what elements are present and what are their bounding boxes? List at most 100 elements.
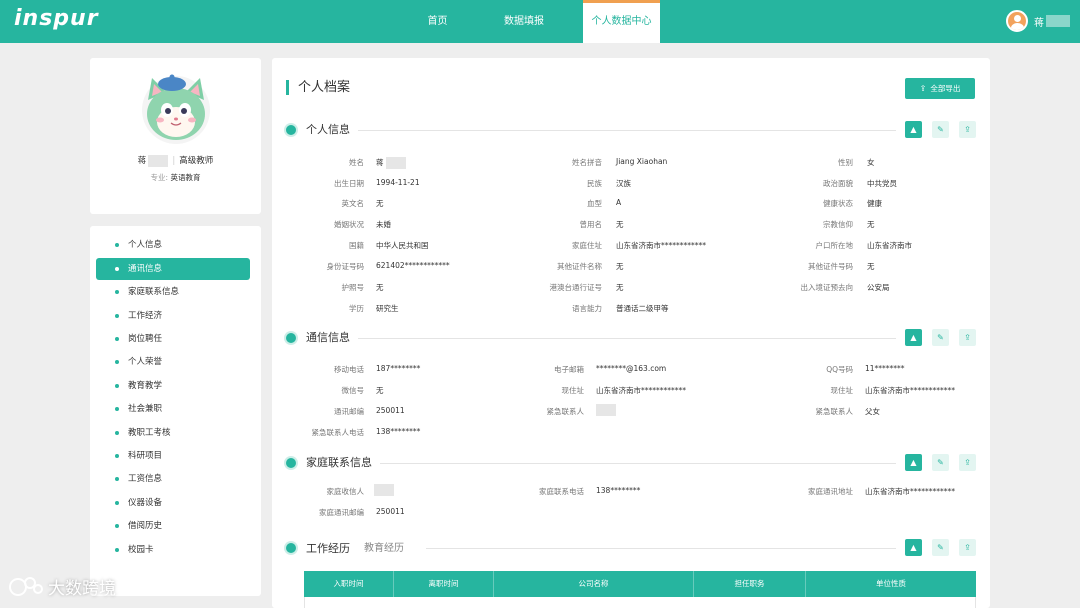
- field-value: 父女: [865, 407, 880, 416]
- field-label: 婚姻状况: [334, 220, 364, 229]
- profile-card: 蒋 | 高级教师 专业: 英语教育: [90, 58, 261, 214]
- menu-item-label: 仪器设备: [128, 498, 163, 508]
- user-name: 蒋: [1034, 17, 1044, 29]
- tab-education-experience[interactable]: 教育经历: [364, 541, 404, 557]
- field-value: 普通话二级甲等: [616, 304, 669, 313]
- menu-item-label: 科研项目: [128, 451, 163, 461]
- field-value: 女: [867, 158, 875, 167]
- export-button[interactable]: ⇪: [959, 329, 976, 346]
- column-header[interactable]: 单位性质: [806, 571, 976, 597]
- collapse-button[interactable]: ▲: [905, 539, 922, 556]
- field-label: 现住址: [561, 386, 585, 395]
- menu-item-label: 社会兼职: [128, 404, 163, 414]
- field-value: 未婚: [376, 220, 391, 229]
- field-label: 户口所在地: [815, 241, 854, 250]
- menu-item-campus-card[interactable]: 校园卡: [96, 539, 250, 561]
- bullet-icon: [115, 384, 119, 388]
- menu-item-salary[interactable]: 工资信息: [96, 468, 250, 490]
- menu-item-contact-info[interactable]: 通讯信息: [96, 258, 250, 280]
- field-value: [594, 404, 616, 416]
- table-row[interactable]: [304, 597, 976, 608]
- menu-item-label: 校园卡: [128, 545, 154, 555]
- field-value: 山东省济南市************: [865, 386, 955, 395]
- field-label: 护照号: [341, 283, 365, 292]
- edit-button[interactable]: ✎: [932, 454, 949, 471]
- field-value: 山东省济南市************: [616, 241, 706, 250]
- field-label: 港澳台通行证号: [549, 283, 603, 292]
- brand-logo[interactable]: inspur: [14, 6, 99, 31]
- bullet-icon: [115, 454, 119, 458]
- page-title: 个人档案: [286, 80, 350, 95]
- field-value: A: [616, 198, 622, 207]
- bullet-icon: [115, 477, 119, 481]
- pencil-icon: ✎: [937, 333, 944, 342]
- edit-button[interactable]: ✎: [932, 329, 949, 346]
- collapse-button[interactable]: ▲: [905, 454, 922, 471]
- column-header[interactable]: 担任职务: [694, 571, 806, 597]
- section-dot-icon: [286, 458, 296, 468]
- column-header[interactable]: 公司名称: [494, 571, 694, 597]
- nav-item-personal-data-center[interactable]: 个人数据中心: [583, 0, 660, 43]
- menu-item-teaching[interactable]: 教育教学: [96, 375, 250, 397]
- section-dot-icon: [286, 543, 296, 553]
- menu-item-label: 岗位聘任: [128, 334, 163, 344]
- section-title: 家庭联系信息: [306, 455, 380, 471]
- edit-button[interactable]: ✎: [932, 121, 949, 138]
- export-all-button[interactable]: ⇪ 全部导出: [905, 78, 975, 99]
- field-label: 姓名拼音: [572, 158, 602, 167]
- tab-work-experience[interactable]: 工作经历: [306, 541, 350, 557]
- upload-icon: ⇪: [964, 333, 971, 342]
- menu-item-position[interactable]: 岗位聘任: [96, 328, 250, 350]
- field-value: 无: [867, 262, 875, 271]
- menu-item-personal-info[interactable]: 个人信息: [96, 234, 250, 256]
- field-label: 电子邮箱: [554, 365, 584, 374]
- bullet-icon: [115, 314, 119, 318]
- nav-item-data-entry[interactable]: 数据填报: [465, 0, 583, 43]
- redacted-block: [148, 154, 169, 167]
- field-label: 曾用名: [579, 220, 603, 229]
- menu-item-research[interactable]: 科研项目: [96, 445, 250, 467]
- menu-item-assessment[interactable]: 教职工考核: [96, 422, 250, 444]
- section-title: 个人信息: [306, 122, 358, 138]
- bullet-icon: [115, 243, 119, 247]
- field-label: 英文名: [341, 199, 365, 208]
- field-label: 家庭住址: [572, 241, 602, 250]
- menu-item-work[interactable]: 工作经济: [96, 305, 250, 327]
- section-dot-icon: [286, 333, 296, 343]
- column-header[interactable]: 离职时间: [394, 571, 494, 597]
- user-menu[interactable]: 蒋: [1006, 10, 1070, 32]
- menu-item-honors[interactable]: 个人荣誉: [96, 351, 250, 373]
- bullet-icon: [115, 524, 119, 528]
- field-label: 政治面貌: [823, 179, 853, 188]
- field-value: 山东省济南市************: [865, 487, 955, 496]
- section-header-contact: 通信信息 ▲ ✎ ⇪: [286, 329, 976, 346]
- watermark: 大数跨境: [8, 574, 116, 599]
- nav-item-home[interactable]: 首页: [410, 0, 465, 43]
- field-value: 山东省济南市: [867, 241, 912, 250]
- field-label: 国籍: [349, 241, 364, 250]
- menu-item-equipment[interactable]: 仪器设备: [96, 492, 250, 514]
- edit-button[interactable]: ✎: [932, 539, 949, 556]
- field-value: 中华人民共和国: [376, 241, 429, 250]
- menu-item-part-time[interactable]: 社会兼职: [96, 398, 250, 420]
- separator: |: [172, 156, 176, 166]
- field-value: 汉族: [616, 179, 631, 188]
- field-label: QQ号码: [826, 365, 853, 374]
- collapse-button[interactable]: ▲: [905, 329, 922, 346]
- field-label: 血型: [587, 199, 602, 208]
- field-label: 微信号: [341, 386, 365, 395]
- field-label: 移动电话: [334, 365, 364, 374]
- column-header[interactable]: 入职时间: [304, 571, 394, 597]
- bullet-icon: [115, 360, 119, 364]
- menu-item-label: 通讯信息: [128, 264, 163, 274]
- export-button[interactable]: ⇪: [959, 454, 976, 471]
- field-label: 出入境证预去向: [800, 283, 854, 292]
- collapse-button[interactable]: ▲: [905, 121, 922, 138]
- export-button[interactable]: ⇪: [959, 121, 976, 138]
- user-avatar[interactable]: [1006, 10, 1028, 32]
- export-button[interactable]: ⇪: [959, 539, 976, 556]
- bullet-icon: [115, 407, 119, 411]
- menu-item-family-contact[interactable]: 家庭联系信息: [96, 281, 250, 303]
- menu-item-borrowing[interactable]: 借阅历史: [96, 515, 250, 537]
- triangle-up-icon: ▲: [910, 333, 917, 342]
